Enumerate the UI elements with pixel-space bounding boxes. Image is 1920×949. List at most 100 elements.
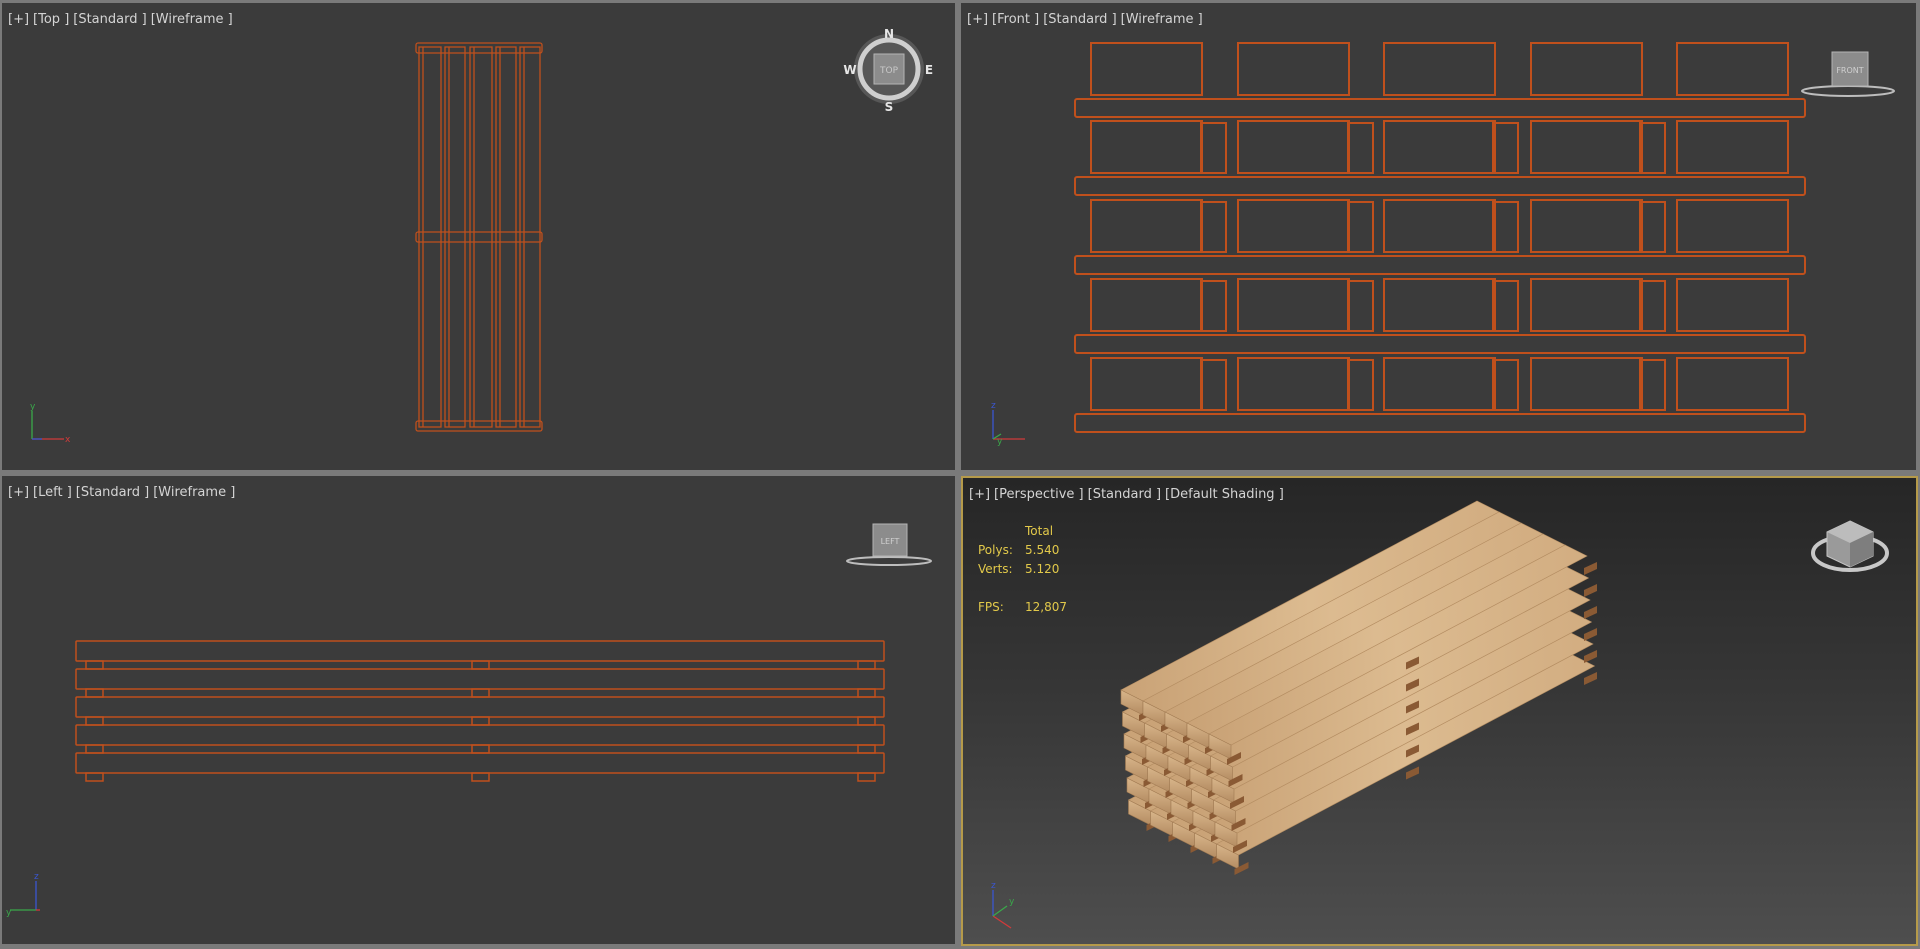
compass-ring-icon: TOP N S E W: [843, 27, 933, 114]
wireframe-top-canvas: TOP N S E W y x: [30, 27, 933, 445]
view-cube-icon: LEFT: [846, 523, 932, 566]
viewport-menu-plus[interactable]: [+]: [8, 485, 29, 500]
viewport-label: [+] [Left ] [Standard ] [Wireframe ]: [8, 485, 239, 500]
wood-spacer-block: [1584, 584, 1597, 597]
spacer-outline: [1200, 280, 1227, 332]
board-end-outline: [1090, 42, 1203, 96]
board-end-outline: [1383, 199, 1496, 253]
view-cube-top-label: TOP: [879, 66, 899, 76]
viewport-point-of-view-menu[interactable]: [Left ]: [33, 485, 72, 500]
spacer-outline: [1200, 201, 1227, 253]
svg-text:z: z: [991, 881, 996, 891]
board-end-outline: [1383, 120, 1496, 174]
polys-value: 5.540: [1025, 543, 1060, 557]
spacer-outline: [1347, 280, 1374, 332]
spacer-outline: [471, 716, 490, 726]
spacer-outline: [471, 772, 490, 782]
board-end-outline: [1090, 120, 1203, 174]
view-cube-icon: FRONT: [1801, 51, 1895, 97]
board-end-outline: [1676, 120, 1789, 174]
board-end-outline: [1530, 199, 1643, 253]
board-end-outline: [1383, 278, 1496, 332]
viewport-shading-menu[interactable]: [Wireframe ]: [1121, 12, 1203, 27]
viewport-perspective[interactable]: [+] [Perspective ] [Standard ] [Default Sha…: [961, 476, 1918, 946]
spacer-outline: [1492, 122, 1519, 174]
board-end-outline: [1676, 357, 1789, 411]
viewport-shading-menu[interactable]: [Wireframe ]: [151, 12, 233, 27]
viewport-shading-menu[interactable]: [Default Shading ]: [1165, 487, 1284, 502]
slat-outline: [1074, 98, 1806, 118]
spacer-outline: [1200, 359, 1227, 411]
viewport-top[interactable]: [+] [Top ] [Standard ] [Wireframe ] TOP N S…: [2, 3, 955, 470]
scene-statistics: Total Polys: 5.540 Verts: 5.120 FPS: 12,807: [978, 522, 1067, 617]
viewport-shading-menu[interactable]: [Wireframe ]: [153, 485, 235, 500]
board-outline: [75, 696, 885, 718]
board-end-outline: [1237, 357, 1350, 411]
spacer-outline: [471, 660, 490, 670]
viewport-label: [+] [Front ] [Standard ] [Wireframe ]: [967, 12, 1207, 27]
axis-tripod-icon: y x: [30, 402, 71, 445]
board-end-outline: [1530, 120, 1643, 174]
board-end-outline: [1383, 42, 1496, 96]
board-outline: [75, 724, 885, 746]
spacer-outline: [85, 744, 104, 754]
board-end-outline: [1090, 278, 1203, 332]
svg-text:y: y: [6, 908, 12, 918]
svg-text:z: z: [34, 872, 39, 882]
spacer-outline: [857, 744, 876, 754]
viewport-point-of-view-menu[interactable]: [Perspective ]: [994, 487, 1084, 502]
spacer-outline: [857, 716, 876, 726]
wood-spacer-block: [1584, 672, 1597, 685]
board-end-outline: [1676, 199, 1789, 253]
axis-tripod-icon: z y: [991, 401, 1025, 447]
view-cube-front-label: FRONT: [1836, 66, 1863, 75]
spacer-outline: [85, 772, 104, 782]
spacer-outline: [857, 772, 876, 782]
spacer-outline: [1639, 122, 1666, 174]
spacer-outline: [85, 688, 104, 698]
axis-tripod-icon: z y: [6, 872, 40, 918]
svg-text:y: y: [1009, 897, 1015, 907]
slat-outline: [1074, 176, 1806, 196]
slat-outline: [1074, 255, 1806, 275]
board-outline: [75, 668, 885, 690]
viewport-menu-plus[interactable]: [+]: [967, 12, 988, 27]
fps-label: FPS:: [978, 600, 1004, 614]
compass-west-label: W: [843, 63, 856, 77]
viewport-menu-plus[interactable]: [+]: [8, 12, 29, 27]
board-end-outline: [1383, 357, 1496, 411]
viewport-front[interactable]: [+] [Front ] [Standard ] [Wireframe ] FRONT…: [961, 3, 1916, 470]
stats-total-header: Total: [1025, 524, 1054, 538]
compass-east-label: E: [925, 63, 933, 77]
viewport-menu-plus[interactable]: [+]: [969, 487, 990, 502]
board-end-outline: [1237, 120, 1350, 174]
viewport-label: [+] [Perspective ] [Standard ] [Default Sha…: [969, 487, 1288, 502]
spacer-outline: [1639, 201, 1666, 253]
wood-spacer-block: [1584, 606, 1597, 619]
svg-text:z: z: [991, 401, 996, 411]
perspective-render-canvas: z y: [991, 500, 1889, 929]
viewport-left[interactable]: [+] [Left ] [Standard ] [Wireframe ] LEFT z…: [2, 476, 955, 944]
compass-north-label: N: [884, 27, 894, 41]
spacer-outline: [1639, 280, 1666, 332]
viewport-quality-menu[interactable]: [Standard ]: [76, 485, 149, 500]
spacer-outline: [1639, 359, 1666, 411]
viewport-quality-menu[interactable]: [Standard ]: [73, 12, 146, 27]
axis-tripod-icon: z y: [991, 881, 1015, 929]
verts-label: Verts:: [978, 562, 1013, 576]
spacer-outline: [1347, 359, 1374, 411]
board-end-outline: [1237, 42, 1350, 96]
board-end-outline: [1530, 42, 1643, 96]
wood-spacer-block: [1584, 650, 1597, 663]
viewport-quality-menu[interactable]: [Standard ]: [1088, 487, 1161, 502]
board-end-outline: [1090, 357, 1203, 411]
viewport-point-of-view-menu[interactable]: [Top ]: [33, 12, 69, 27]
board-end-outline: [1237, 278, 1350, 332]
spacer-outline: [471, 688, 490, 698]
slat-outline: [1074, 413, 1806, 433]
slat-outline: [1074, 334, 1806, 354]
spacer-outline: [85, 660, 104, 670]
viewport-point-of-view-menu[interactable]: [Front ]: [992, 12, 1039, 27]
viewport-quality-menu[interactable]: [Standard ]: [1043, 12, 1116, 27]
spacer-outline: [1347, 201, 1374, 253]
